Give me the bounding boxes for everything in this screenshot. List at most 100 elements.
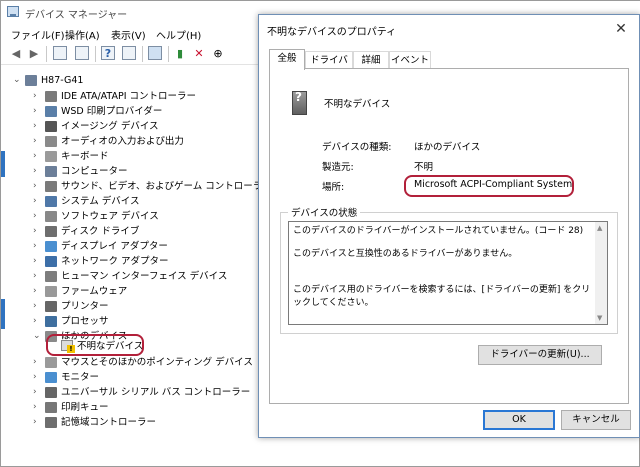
tree-item-label: オーディオの入力および出力: [61, 136, 184, 147]
manufacturer-value: 不明: [414, 162, 434, 173]
tree-item-label: IDE ATA/ATAPI コントローラー: [61, 91, 197, 102]
expand-chevron-icon[interactable]: ›: [33, 415, 43, 430]
status-line: このデバイス用のドライバーを検索するには、[ドライバーの更新] をクリックしてく…: [293, 285, 591, 308]
status-scrollbar[interactable]: ▲ ▼: [595, 222, 607, 324]
device-type-value: ほかのデバイス: [414, 142, 481, 153]
system-device-icon: [45, 196, 57, 207]
uninstall-x-icon[interactable]: ✕: [192, 46, 206, 60]
update-driver-button[interactable]: ドライバーの更新(U)...: [478, 345, 602, 365]
status-line: このデバイスと互換性のあるドライバーがありません。: [293, 249, 518, 259]
expand-chevron-icon[interactable]: ›: [33, 224, 43, 239]
printer-icon: [45, 301, 57, 312]
computer-icon: [25, 75, 37, 86]
firmware-icon: [45, 286, 57, 297]
device-status-label: デバイスの状態: [288, 205, 361, 219]
usb-icon: [45, 387, 57, 398]
tree-item-label: ディスプレイ アダプター: [61, 241, 168, 252]
sound-icon: [45, 181, 57, 192]
background-window-edge: [1, 299, 5, 329]
enable-device-down-arrow-icon[interactable]: ⊕: [211, 46, 225, 60]
expand-chevron-icon[interactable]: ›: [33, 119, 43, 134]
tab-driver[interactable]: ドライバー: [305, 51, 353, 83]
tree-item-label: WSD 印刷プロバイダー: [61, 106, 163, 117]
processor-icon: [45, 316, 57, 327]
close-icon[interactable]: ✕: [603, 15, 639, 43]
unknown-device-icon: ?: [292, 90, 307, 115]
tab-events[interactable]: イベント: [389, 51, 431, 69]
unknown-device-highlight-ring: [46, 334, 144, 356]
network-adapter-icon: [45, 256, 57, 267]
disk-drive-icon: [45, 226, 57, 237]
tree-item-label: システム デバイス: [61, 196, 140, 207]
expand-chevron-icon[interactable]: ›: [33, 385, 43, 400]
expand-chevron-icon[interactable]: ›: [33, 284, 43, 299]
expand-chevron-icon[interactable]: ›: [33, 239, 43, 254]
expand-chevron-icon[interactable]: ›: [33, 299, 43, 314]
toolbar-separator: [168, 46, 169, 62]
tree-item-label: ネットワーク アダプター: [61, 256, 169, 267]
ide-controller-icon: [45, 91, 57, 102]
expand-chevron-icon[interactable]: ›: [33, 194, 43, 209]
expand-chevron-icon[interactable]: ›: [33, 254, 43, 269]
speaker-icon: [45, 136, 57, 147]
expand-chevron-icon[interactable]: ›: [33, 104, 43, 119]
tree-item-label: コンピューター: [61, 166, 128, 177]
device-status-textbox[interactable]: このデバイスのドライバーがインストールされていません。(コード 28) このデバ…: [288, 221, 608, 325]
expand-chevron-icon[interactable]: ›: [33, 134, 43, 149]
expand-chevron-icon[interactable]: ›: [33, 209, 43, 224]
back-arrow-icon[interactable]: ◀: [9, 46, 23, 60]
expand-chevron-icon[interactable]: ›: [33, 355, 43, 370]
expand-chevron-icon[interactable]: ›: [33, 400, 43, 415]
tree-root-label: H87-G41: [41, 75, 84, 86]
tree-item-label: 記憶域コントローラー: [61, 417, 157, 428]
tree-item-label: プロセッサ: [61, 316, 109, 327]
device-manager-app-icon: [7, 6, 19, 17]
menu-view[interactable]: 表示(V): [111, 27, 146, 42]
tree-item-label: モニター: [61, 372, 100, 383]
tree-item-label: ファームウェア: [61, 286, 128, 297]
show-hide-console-tree-icon[interactable]: [53, 46, 67, 60]
expand-chevron-icon[interactable]: ›: [33, 269, 43, 284]
expand-chevron-icon[interactable]: ›: [33, 370, 43, 385]
expand-chevron-icon[interactable]: ›: [33, 89, 43, 104]
scan-hardware-monitor-icon[interactable]: [148, 46, 162, 60]
toolbar-separator: [95, 46, 96, 62]
ok-button[interactable]: OK: [483, 410, 555, 430]
expand-chevron-icon[interactable]: ›: [33, 149, 43, 164]
help-icon[interactable]: ?: [101, 46, 115, 60]
update-driver-icon[interactable]: ▮: [173, 46, 187, 60]
scroll-up-arrow-icon[interactable]: ▲: [597, 224, 602, 232]
scroll-down-arrow-icon[interactable]: ▼: [597, 314, 602, 322]
menu-file[interactable]: ファイル(F): [11, 27, 65, 42]
device-properties-dialog: 不明なデバイスのプロパティ ✕ 全般 ドライバー 詳細 イベント ? 不明なデバ…: [258, 14, 640, 438]
properties-icon[interactable]: [75, 46, 89, 60]
forward-arrow-icon[interactable]: ▶: [27, 46, 41, 60]
keyboard-icon: [45, 151, 57, 162]
menu-action[interactable]: 操作(A): [65, 27, 100, 42]
expand-chevron-icon[interactable]: ›: [33, 314, 43, 329]
menu-help[interactable]: ヘルプ(H): [156, 27, 201, 42]
location-label: 場所:: [322, 182, 345, 193]
mouse-icon: [45, 357, 57, 368]
monitor-icon: [45, 372, 57, 383]
collapse-chevron-icon[interactable]: ⌄: [33, 329, 43, 344]
device-name: 不明なデバイス: [324, 99, 391, 110]
tree-item-label: イメージング デバイス: [61, 121, 159, 132]
camera-icon: [45, 121, 57, 132]
dialog-titlebar: 不明なデバイスのプロパティ ✕: [259, 15, 639, 43]
action-pane-icon[interactable]: [122, 46, 136, 60]
hid-icon: [45, 271, 57, 282]
cancel-button[interactable]: キャンセル: [561, 410, 631, 430]
toolbar-separator: [142, 46, 143, 62]
tab-strip: 全般 ドライバー 詳細 イベント: [269, 49, 629, 83]
tab-details[interactable]: 詳細: [353, 51, 389, 69]
expand-chevron-icon[interactable]: ›: [33, 164, 43, 179]
manufacturer-label: 製造元:: [322, 162, 354, 173]
collapse-chevron-icon[interactable]: ⌄: [13, 73, 23, 88]
dialog-title: 不明なデバイスのプロパティ: [267, 27, 397, 38]
software-device-icon: [45, 211, 57, 222]
print-queue-icon: [45, 402, 57, 413]
tab-general[interactable]: 全般: [269, 49, 305, 70]
tree-item-label: キーボード: [61, 151, 109, 162]
expand-chevron-icon[interactable]: ›: [33, 179, 43, 194]
